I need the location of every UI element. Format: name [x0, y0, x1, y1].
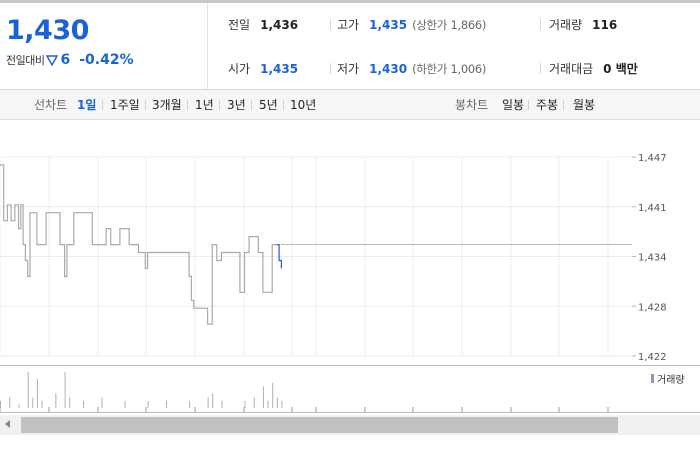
- horizontal-scrollbar[interactable]: [0, 415, 700, 435]
- current-price-box: 1,430 전일대비 6 -0.42%: [0, 3, 208, 89]
- divider: [145, 100, 146, 110]
- upper-limit: (상한가 1,866): [412, 18, 487, 32]
- volume: 거래량 116: [549, 16, 617, 33]
- volume-bar: [276, 397, 278, 408]
- price-series-line: [0, 164, 277, 325]
- chart-grid: [0, 156, 632, 357]
- change-label: 전일대비: [6, 54, 45, 67]
- prev-close: 전일 1,436: [228, 16, 298, 33]
- tab-5-years[interactable]: 5년: [259, 96, 278, 113]
- open-label: 시가: [228, 62, 251, 76]
- volume-value: 116: [592, 18, 618, 32]
- volume-label: 거래량: [549, 18, 583, 32]
- tab-3-months[interactable]: 3개월: [152, 96, 182, 113]
- volume-legend-swatch: [651, 374, 654, 383]
- price-summary: 1,430 전일대비 6 -0.42% 전일 1,436 고가 1,435 (상…: [0, 3, 700, 90]
- volume-bar: [18, 404, 20, 408]
- candle-chart-label: 봉차트: [455, 98, 489, 112]
- trade-value-value: 0 백만: [603, 62, 638, 76]
- divider: [540, 63, 541, 74]
- volume-bar: [212, 393, 214, 408]
- volume-bar: [166, 400, 168, 408]
- prev-close-label: 전일: [228, 18, 251, 32]
- volume-bar: [55, 393, 57, 408]
- y-tick-label: 1,434: [638, 253, 667, 264]
- y-tick-label: 1,422: [638, 352, 667, 363]
- volume-bar: [69, 397, 71, 408]
- volume-bar: [36, 379, 38, 408]
- volume-chart: 거래량: [0, 365, 700, 413]
- high-label: 고가: [337, 18, 360, 32]
- volume-legend-label: 거래량: [657, 375, 685, 386]
- price-lines: [0, 164, 282, 325]
- low-label: 저가: [337, 62, 360, 76]
- divider: [283, 100, 284, 110]
- line-chart-label: 선차트: [34, 98, 68, 112]
- current-price: 1,430: [6, 15, 89, 46]
- divider: [563, 100, 564, 110]
- divider: [540, 19, 541, 30]
- lower-limit: (하한가 1,006): [412, 62, 487, 76]
- divider: [330, 19, 331, 30]
- volume-bar: [262, 386, 264, 408]
- prev-close-value: 1,436: [260, 18, 299, 32]
- y-tick-label: 1,447: [638, 153, 667, 164]
- volume-bar: [253, 397, 255, 408]
- volume-bar: [83, 400, 85, 408]
- tab-3-years[interactable]: 3년: [227, 96, 246, 113]
- y-tick-label: 1,428: [638, 302, 667, 313]
- volume-bar: [281, 400, 283, 408]
- low-value: 1,430: [369, 62, 408, 76]
- volume-bar: [221, 400, 223, 408]
- divider: [528, 100, 529, 110]
- volume-bar: [124, 400, 126, 408]
- volume-bar: [27, 372, 29, 408]
- volume-bar: [272, 382, 274, 408]
- tab-weekly-candle[interactable]: 주봉: [536, 96, 558, 113]
- change-amount: 6: [60, 52, 71, 68]
- volume-bar: [41, 400, 43, 408]
- divider: [330, 63, 331, 74]
- volume-bar: [101, 397, 103, 408]
- tab-monthly-candle[interactable]: 월봉: [573, 96, 595, 113]
- open-price: 시가 1,435: [228, 60, 298, 77]
- trade-value-label: 거래대금: [549, 62, 594, 76]
- volume-bar: [207, 397, 209, 408]
- down-triangle-icon: [46, 55, 59, 66]
- volume-bars: [0, 372, 609, 412]
- volume-bar: [147, 400, 149, 408]
- scroll-left-arrow-icon[interactable]: [5, 420, 10, 428]
- y-axis-ticks: 1,447 1,441 1,434 1,428 1,422: [632, 153, 667, 363]
- volume-bar: [189, 400, 191, 408]
- tab-1-day[interactable]: 1일: [77, 96, 96, 113]
- change-row: 전일대비 6 -0.42%: [6, 52, 134, 68]
- volume-bar: [9, 397, 11, 408]
- change-percent: -0.42%: [79, 52, 134, 68]
- tab-1-year[interactable]: 1년: [195, 96, 214, 113]
- high-price: 고가 1,435 (상한가 1,866): [337, 16, 486, 33]
- volume-bar: [32, 397, 34, 408]
- scrollbar-thumb[interactable]: [21, 417, 618, 433]
- divider: [102, 100, 103, 110]
- divider: [187, 100, 188, 110]
- divider: [219, 100, 220, 110]
- volume-bar: [0, 400, 1, 408]
- low-price: 저가 1,430 (하한가 1,006): [337, 60, 486, 77]
- chart-period-tabs: 선차트 1일 1주일 3개월 1년 3년 5년 10년 봉차트 일봉 주봉 월봉: [0, 90, 700, 120]
- y-tick-label: 1,441: [638, 203, 667, 214]
- volume-legend: 거래량: [651, 371, 685, 386]
- volume-bar: [267, 400, 269, 408]
- divider: [251, 100, 252, 110]
- tab-10-years[interactable]: 10년: [290, 96, 316, 113]
- volume-bar: [244, 400, 246, 408]
- tab-1-week[interactable]: 1주일: [110, 96, 140, 113]
- tab-daily-candle[interactable]: 일봉: [502, 96, 524, 113]
- trade-value: 거래대금 0 백만: [549, 60, 638, 77]
- volume-bar: [64, 372, 66, 408]
- high-value: 1,435: [369, 18, 408, 32]
- price-chart[interactable]: 1,447 1,441 1,434 1,428 1,422: [0, 120, 700, 365]
- open-value: 1,435: [260, 62, 299, 76]
